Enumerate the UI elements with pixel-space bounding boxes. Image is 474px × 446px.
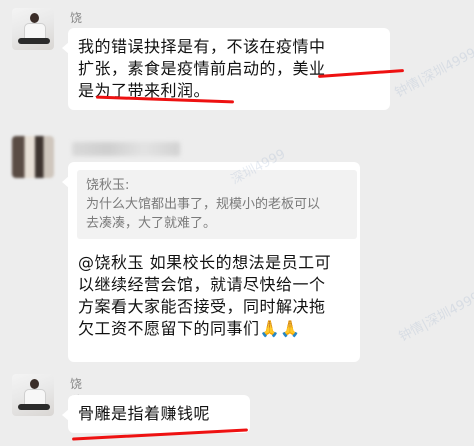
message-bubble[interactable]: 饶秋玉: 为什么大馆都出事了，规模小的老板可以 去凑凑，大了就难了。 @饶秋玉 … [62,162,360,362]
message-text: 欠工资不愿留下的同事们 [78,319,260,338]
watermark: 钟情|深圳4999 [396,289,474,345]
message-line: 欠工资不愿留下的同事们🙏🙏 [78,318,358,340]
message-line: @饶秋玉 如果校长的想法是员工可 [78,253,332,272]
message-line: 我的错误抉择是有，不该在疫情中 [78,37,326,56]
quoted-line: 为什么大馆都出事了，规模小的老板可以 [86,197,321,212]
message-line: 骨雕是指着赚钱呢 [78,404,211,423]
message-line: 以继续经营会馆，就请尽快给一个 [78,275,326,294]
quoted-sender: 饶秋玉: [86,178,130,193]
pray-emoji-icon: 🙏🙏 [259,319,301,338]
avatar[interactable] [12,8,54,50]
sender-name-redacted [72,142,180,156]
message-bubble[interactable]: 骨雕是指着赚钱呢 [62,395,250,433]
message-line: 方案看大家能否接受，同时解决拖 [78,297,326,316]
quoted-message[interactable]: 饶秋玉: 为什么大馆都出事了，规模小的老板可以 去凑凑，大了就难了。 [77,170,357,239]
avatar[interactable] [12,374,54,416]
avatar[interactable] [12,136,54,178]
quoted-line: 去凑凑，大了就难了。 [86,216,217,231]
